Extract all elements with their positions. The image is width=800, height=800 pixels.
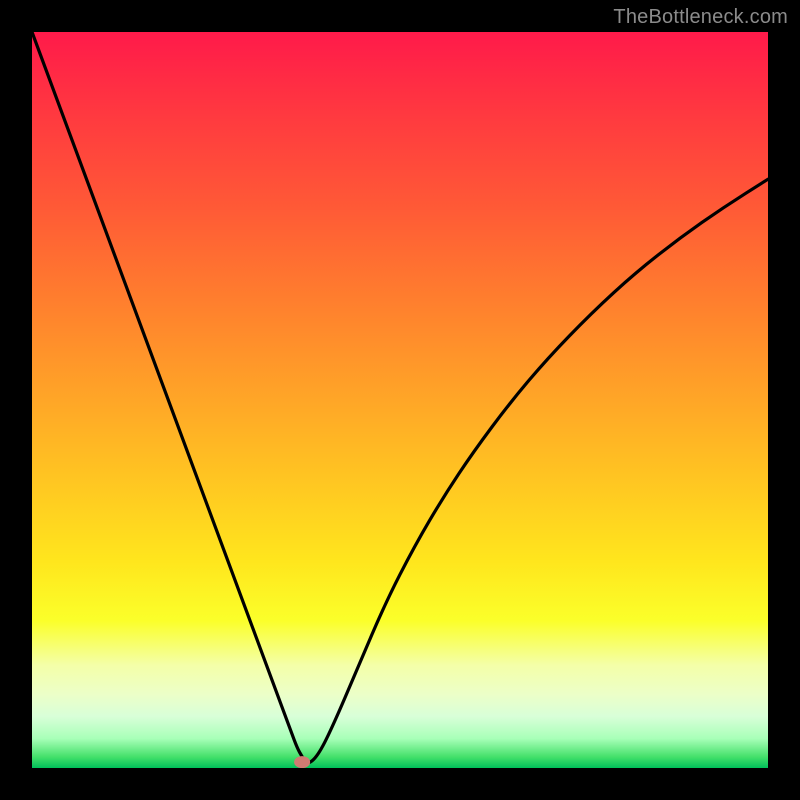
bottleneck-curve [32, 32, 768, 763]
watermark-text: TheBottleneck.com [613, 6, 788, 29]
minimum-marker [294, 756, 310, 768]
chart-frame: TheBottleneck.com [0, 0, 800, 800]
curve-svg [32, 32, 768, 768]
plot-area [32, 32, 768, 768]
